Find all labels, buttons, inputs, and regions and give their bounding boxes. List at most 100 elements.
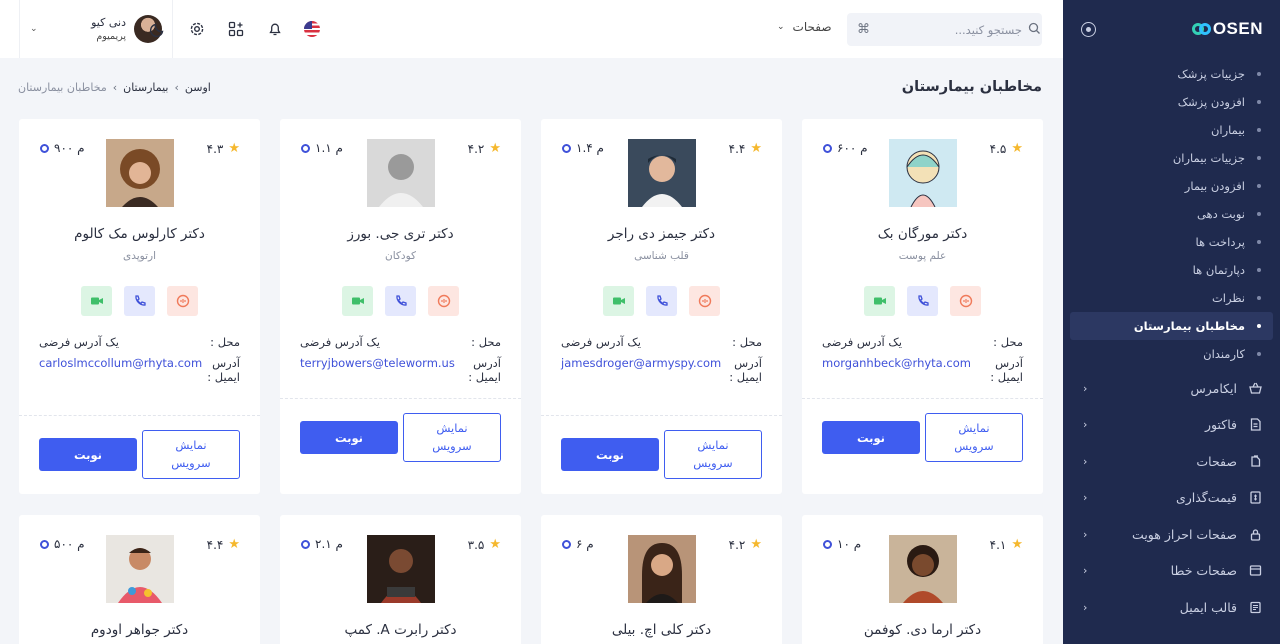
- address-value: یک آدرس فرضی: [822, 335, 902, 349]
- contact-actions: [541, 286, 782, 316]
- topbar: ⌄ دنی کیو پریمیوم ⌄ صفحات ⌘: [0, 0, 1063, 58]
- error-icon: [1249, 564, 1262, 577]
- appointment-button[interactable]: نوبت: [300, 421, 398, 454]
- bullet-icon: [1257, 352, 1261, 356]
- doctor-photo: [105, 139, 174, 207]
- doctor-photo: [627, 535, 696, 603]
- doctor-card: ★ ۴.۵ ۶۰۰ م دکتر مورگان بک علم پوست محل :…: [802, 119, 1043, 494]
- gear-icon[interactable]: [187, 19, 207, 39]
- submenu-item[interactable]: نظرات: [1070, 284, 1273, 312]
- divider: [19, 415, 260, 416]
- video-call-button[interactable]: [81, 286, 112, 316]
- email-link[interactable]: carloslmccollum@rhyta.com: [39, 356, 202, 370]
- search-icon: [1028, 20, 1041, 39]
- bullet-icon: [1257, 296, 1261, 300]
- distance: ۵۰۰ م: [40, 537, 85, 551]
- sidebar-toggle-icon[interactable]: [1081, 21, 1096, 37]
- moon-icon[interactable]: [148, 19, 168, 39]
- video-call-button[interactable]: [603, 286, 634, 316]
- doctor-card: ★ ۴.۳ ۹۰۰ م دکتر کارلوس مک کالوم ارتوپدی …: [19, 119, 260, 494]
- sidebar: OSEN جزییات پزشک افزودن پزشک بیماران جزی…: [1063, 0, 1280, 644]
- doctor-info: محل : یک آدرس فرضی آدرس ایمیل : morganhbec…: [822, 335, 1023, 391]
- doctor-name: دکتر جواهر اودوم: [90, 622, 189, 638]
- location-pin-icon: [301, 143, 310, 153]
- call-button[interactable]: [907, 286, 938, 316]
- show-service-button[interactable]: نمایش سرویس: [664, 430, 762, 479]
- submenu-item[interactable]: نوبت دهی: [1070, 200, 1273, 228]
- submenu-item[interactable]: افزودن بیمار: [1070, 172, 1273, 200]
- doctor-card: ★ ۳.۵ ۲.۱ م دکتر رابرت A. کمپ: [280, 515, 521, 644]
- chevron-left-icon: ›: [174, 81, 179, 94]
- contact-actions: [280, 286, 521, 316]
- distance: ۱.۱ م: [301, 141, 343, 155]
- chat-button[interactable]: [428, 286, 459, 316]
- show-service-button[interactable]: نمایش سرویس: [403, 413, 501, 462]
- divider: [280, 398, 521, 399]
- bell-icon[interactable]: [265, 19, 285, 39]
- show-service-button[interactable]: نمایش سرویس: [142, 430, 240, 479]
- chevron-left-icon: ‹: [1083, 491, 1088, 505]
- submenu-item[interactable]: پرداخت ها: [1070, 228, 1273, 256]
- submenu-item[interactable]: افزودن پزشک: [1070, 88, 1273, 116]
- menu-item-auth-pages[interactable]: صفحات احراز هویت ‹: [1063, 516, 1280, 553]
- email-label: آدرس ایمیل :: [207, 356, 240, 384]
- pages-dropdown[interactable]: ⌄ صفحات: [777, 20, 832, 34]
- doctor-info: محل : یک آدرس فرضی آدرس ایمیل : jamesdroger…: [561, 335, 762, 391]
- address-value: یک آدرس فرضی: [39, 335, 119, 349]
- appointment-button[interactable]: نوبت: [822, 421, 920, 454]
- logo[interactable]: OSEN: [1191, 19, 1263, 39]
- star-icon: ★: [489, 141, 501, 156]
- submenu-item[interactable]: بیماران: [1070, 116, 1273, 144]
- menu-item-pages[interactable]: صفحات ‹: [1063, 443, 1280, 480]
- submenu-item[interactable]: جزییات پزشک: [1070, 60, 1273, 88]
- call-button[interactable]: [646, 286, 677, 316]
- doctor-photo: [627, 139, 696, 207]
- distance: ۲.۱ م: [301, 537, 343, 551]
- search-input[interactable]: [876, 22, 1022, 37]
- apps-add-icon[interactable]: [226, 19, 246, 39]
- submenu-item[interactable]: جزییات بیماران: [1070, 144, 1273, 172]
- chat-button[interactable]: [950, 286, 981, 316]
- email-link[interactable]: jamesdroger@armyspy.com: [561, 356, 721, 370]
- menu-item-ecommerce[interactable]: ایکامرس ‹: [1063, 370, 1280, 407]
- distance: ۱.۴ م: [562, 141, 604, 155]
- star-icon: ★: [1011, 141, 1023, 156]
- menu-item-invoice[interactable]: فاکتور ‹: [1063, 407, 1280, 444]
- bullet-icon: [1257, 156, 1261, 160]
- show-service-button[interactable]: نمایش سرویس: [925, 413, 1023, 462]
- doctor-name: دکتر کلی اچ. بیلی: [611, 622, 712, 638]
- submenu-item[interactable]: دپارتمان ها: [1070, 256, 1273, 284]
- menu-item-error-pages[interactable]: صفحات خطا ‹: [1063, 553, 1280, 590]
- star-icon: ★: [750, 537, 762, 552]
- rating: ★ ۴.۲: [467, 141, 501, 156]
- email-link[interactable]: terryjbowers@teleworm.us: [300, 356, 455, 370]
- video-call-button[interactable]: [864, 286, 895, 316]
- submenu-item-active[interactable]: مخاطبان بیمارستان: [1070, 312, 1273, 340]
- breadcrumb-item[interactable]: اوسن: [185, 81, 211, 94]
- logo-text: OSEN: [1212, 19, 1263, 38]
- chat-button[interactable]: [689, 286, 720, 316]
- chat-button[interactable]: [167, 286, 198, 316]
- appointment-button[interactable]: نوبت: [561, 438, 659, 471]
- doctor-card: ★ ۴.۲ ۶ م دکتر کلی اچ. بیلی: [541, 515, 782, 644]
- menu-item-pricing[interactable]: قیمت‌گذاری ‹: [1063, 480, 1280, 517]
- submenu-item[interactable]: کارمندان: [1070, 340, 1273, 368]
- search-box[interactable]: ⌘: [847, 13, 1042, 46]
- doctor-specialty: علم پوست: [898, 250, 947, 262]
- doctor-photo: [888, 535, 957, 603]
- location-label: محل :: [993, 335, 1023, 349]
- breadcrumb-item[interactable]: بیمارستان: [123, 81, 168, 94]
- us-flag-icon[interactable]: [302, 19, 322, 39]
- main-menu: ایکامرس ‹ فاکتور ‹ صفحات ‹ قیمت‌گذاری ‹ …: [1063, 370, 1280, 626]
- hospital-submenu: جزییات پزشک افزودن پزشک بیماران جزییات ب…: [1063, 60, 1280, 368]
- doctor-specialty: کودکان: [384, 250, 416, 262]
- menu-item-email-template[interactable]: قالب ایمیل ‹: [1063, 589, 1280, 626]
- bullet-icon: [1257, 128, 1261, 132]
- email-link[interactable]: morganhbeck@rhyta.com: [822, 356, 971, 370]
- location-pin-icon: [40, 143, 49, 153]
- doctor-photo: [366, 535, 435, 603]
- appointment-button[interactable]: نوبت: [39, 438, 137, 471]
- call-button[interactable]: [124, 286, 155, 316]
- call-button[interactable]: [385, 286, 416, 316]
- video-call-button[interactable]: [342, 286, 373, 316]
